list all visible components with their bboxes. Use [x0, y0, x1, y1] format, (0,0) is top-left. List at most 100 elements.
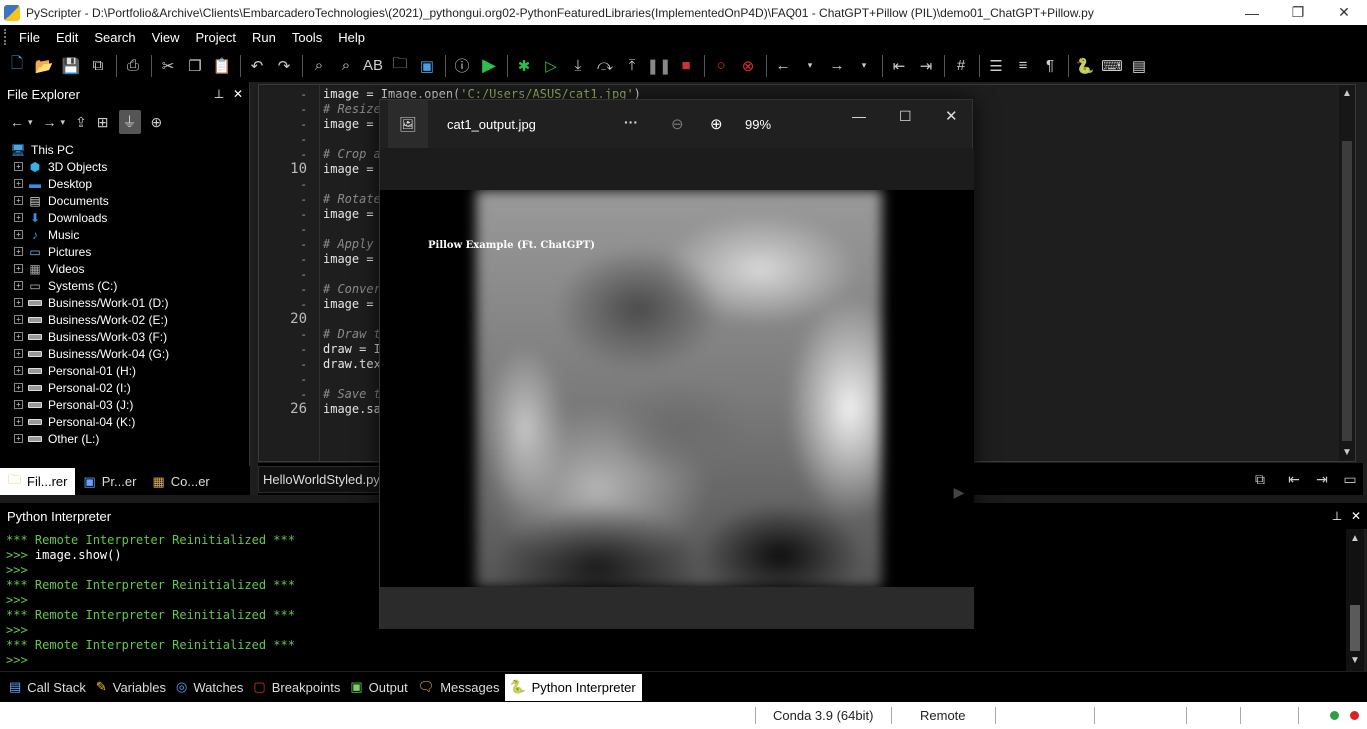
- tree-item[interactable]: + ⬇ Downloads: [0, 209, 249, 226]
- photos-app-icon[interactable]: 🖼: [388, 100, 428, 148]
- expand-icon[interactable]: +: [14, 162, 23, 171]
- tree-item[interactable]: + ▤ Documents: [0, 192, 249, 209]
- zoom-level[interactable]: 99%: [745, 117, 771, 132]
- tab-call-stack[interactable]: ▤ Call Stack: [5, 674, 92, 701]
- tab-file-explorer[interactable]: 🗀 Fil...rer: [0, 468, 76, 495]
- minimize-button[interactable]: —: [1229, 0, 1275, 25]
- expand-icon[interactable]: +: [14, 400, 23, 409]
- paragraph-icon[interactable]: ¶: [1039, 55, 1061, 77]
- scroll-down-icon[interactable]: ▼: [1341, 447, 1353, 458]
- zoom-in-icon[interactable]: ⊕: [710, 115, 723, 133]
- new-file-icon[interactable]: 🗋: [6, 55, 28, 77]
- expand-icon[interactable]: +: [14, 264, 23, 273]
- save-icon[interactable]: 💾: [60, 55, 82, 77]
- list-icon[interactable]: ☰: [985, 55, 1007, 77]
- editor-scrollbar[interactable]: ▲ ▼: [1339, 85, 1355, 461]
- step-into-icon[interactable]: ⤓: [567, 55, 589, 77]
- up-folder-icon[interactable]: ⇪: [75, 114, 87, 131]
- expand-icon[interactable]: +: [14, 417, 23, 426]
- tab-messages[interactable]: 🗨 Messages: [414, 674, 506, 701]
- tab-breakpoints[interactable]: ▢ Breakpoints: [249, 674, 346, 701]
- cut-icon[interactable]: ✂: [157, 55, 179, 77]
- copy-icon[interactable]: ❐: [184, 55, 206, 77]
- tree-item[interactable]: + ▭ Systems (C:): [0, 277, 249, 294]
- stop-icon[interactable]: ■: [675, 55, 697, 77]
- viewer-minimize-button[interactable]: —: [852, 108, 866, 124]
- scroll-down-icon[interactable]: ▼: [1349, 655, 1361, 666]
- scroll-thumb[interactable]: [1350, 605, 1360, 651]
- expand-icon[interactable]: +: [14, 332, 23, 341]
- expand-icon[interactable]: +: [14, 434, 23, 443]
- tree-item[interactable]: + Personal-03 (J:): [0, 396, 249, 413]
- debug-icon[interactable]: ✱: [513, 55, 535, 77]
- tab-project-explorer[interactable]: ▣ Pr...er: [75, 468, 144, 495]
- tree-item[interactable]: + Other (L:): [0, 430, 249, 447]
- viewer-maximize-button[interactable]: ☐: [899, 108, 912, 125]
- dedent-icon[interactable]: ⇥: [915, 55, 937, 77]
- pause-icon[interactable]: ❚❚: [646, 55, 671, 77]
- close-panel-icon[interactable]: ✕: [1348, 509, 1364, 523]
- step-over-icon[interactable]: ⤼: [594, 55, 616, 77]
- interpreter-scrollbar[interactable]: ▲ ▼: [1346, 529, 1364, 671]
- forward-dropdown-icon[interactable]: ▾: [61, 117, 66, 128]
- indent-icon[interactable]: ⇤: [888, 55, 910, 77]
- replace-icon[interactable]: AB: [362, 55, 384, 77]
- tab-python[interactable]: 🐍 Python Interpreter: [505, 673, 642, 701]
- run-to-cursor-icon[interactable]: ▷: [540, 55, 562, 77]
- tab-variables[interactable]: ✎ Variables: [92, 674, 172, 701]
- menu-view[interactable]: View: [144, 30, 188, 45]
- expand-icon[interactable]: +: [14, 213, 23, 222]
- forward-icon[interactable]: →: [43, 114, 57, 130]
- expand-icon[interactable]: +: [14, 383, 23, 392]
- tree-item[interactable]: + ⬢ 3D Objects: [0, 158, 249, 175]
- expand-icon[interactable]: +: [14, 281, 23, 290]
- tab-hello-world-styled[interactable]: HelloWorldStyled.py: [258, 466, 385, 493]
- scroll-up-icon[interactable]: ▲: [1341, 88, 1353, 99]
- find-icon[interactable]: ⌕: [308, 55, 330, 77]
- tab-output[interactable]: ▣ Output: [346, 674, 413, 701]
- menu-edit[interactable]: Edit: [48, 30, 86, 45]
- forward-dropdown-icon[interactable]: ▾: [853, 55, 875, 77]
- menu-tools[interactable]: Tools: [284, 30, 330, 45]
- wrap-icon[interactable]: ≡: [1012, 55, 1034, 77]
- python-version-status[interactable]: Conda 3.9 (64bit): [773, 708, 873, 723]
- tree-item[interactable]: + ▭ Pictures: [0, 243, 249, 260]
- tree-item[interactable]: + ♪ Music: [0, 226, 249, 243]
- redo-icon[interactable]: ↷: [273, 55, 295, 77]
- new-tab-icon[interactable]: ⇤: [1284, 471, 1304, 489]
- toggle-breakpoint-icon[interactable]: ○: [710, 55, 732, 77]
- scroll-up-icon[interactable]: ▲: [1349, 533, 1361, 544]
- open-tab-icon[interactable]: ⇥: [1312, 471, 1332, 489]
- find-box-icon[interactable]: ▣: [416, 55, 438, 77]
- back-dropdown-icon[interactable]: ▾: [799, 55, 821, 77]
- back-icon[interactable]: ←: [10, 114, 24, 130]
- open-file-icon[interactable]: 📂: [33, 55, 55, 77]
- expand-icon[interactable]: +: [14, 315, 23, 324]
- tree-item[interactable]: + ▦ Videos: [0, 260, 249, 277]
- close-panel-icon[interactable]: ✕: [230, 87, 246, 101]
- menu-grip[interactable]: [4, 29, 7, 45]
- tree-item[interactable]: + Business/Work-01 (D:): [0, 294, 249, 311]
- zoom-out-icon[interactable]: ⊖: [671, 115, 684, 133]
- tree-item[interactable]: + Personal-04 (K:): [0, 413, 249, 430]
- run-icon[interactable]: ▶: [478, 55, 500, 77]
- expand-icon[interactable]: +: [14, 179, 23, 188]
- add-favorite-icon[interactable]: ⊕: [151, 114, 163, 131]
- tab-watches[interactable]: ◎ Watches: [172, 674, 249, 701]
- tree-item[interactable]: + Personal-02 (I:): [0, 379, 249, 396]
- tree-item[interactable]: + ▬ Desktop: [0, 175, 249, 192]
- engine-status[interactable]: Remote: [920, 708, 966, 723]
- paste-icon[interactable]: 📋: [211, 55, 233, 77]
- expand-icon[interactable]: +: [14, 230, 23, 239]
- browse-path-icon[interactable]: ⊞: [97, 114, 109, 131]
- back-dropdown-icon[interactable]: ▾: [28, 117, 33, 128]
- step-out-icon[interactable]: ⤒: [621, 55, 643, 77]
- comment-icon[interactable]: #: [950, 55, 972, 77]
- expand-icon[interactable]: +: [14, 366, 23, 375]
- restore-button[interactable]: ❐: [1275, 0, 1321, 25]
- expand-icon[interactable]: +: [14, 196, 23, 205]
- close-window-button[interactable]: ✕: [1321, 0, 1367, 25]
- back-icon[interactable]: ←: [772, 55, 794, 77]
- tree-root[interactable]: 🖥 This PC: [0, 141, 249, 158]
- tab-code-explorer[interactable]: ▦ Co...er: [144, 468, 217, 495]
